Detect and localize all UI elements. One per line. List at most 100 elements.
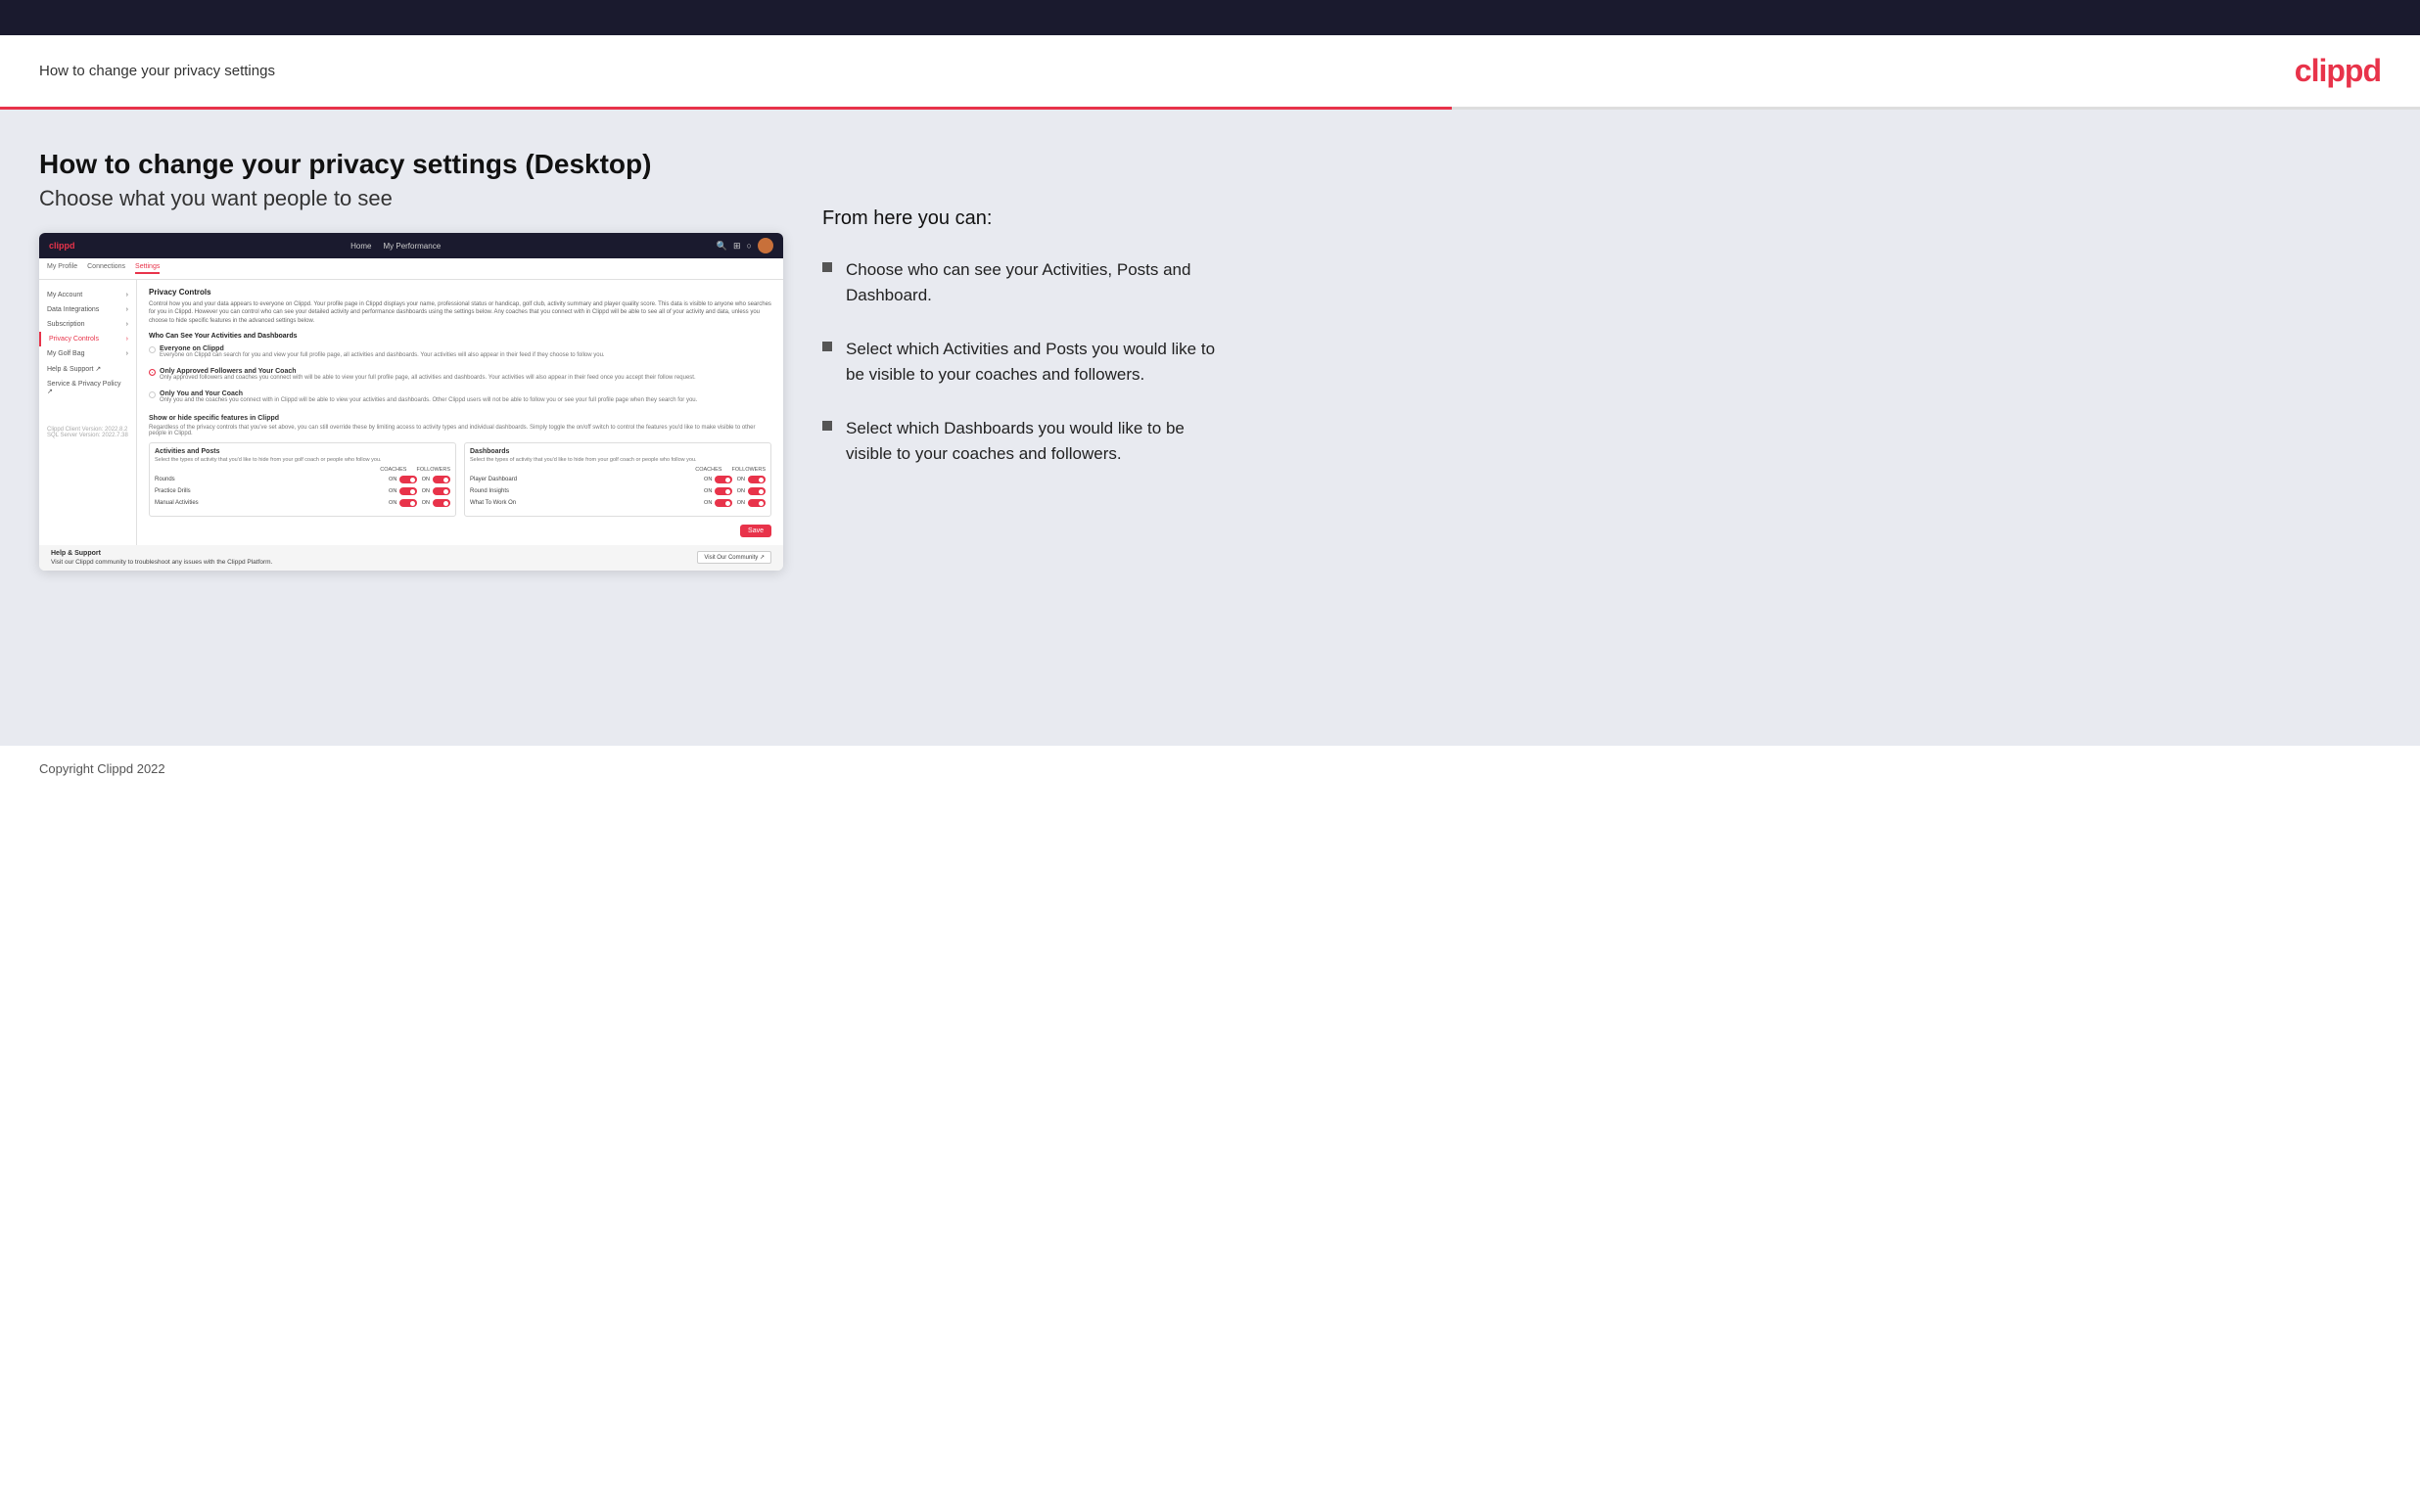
mini-tab-connections[interactable]: Connections xyxy=(87,263,125,274)
right-panel: From here you can: Choose who can see yo… xyxy=(822,149,1233,495)
grid-icon: ⊞ xyxy=(733,241,741,252)
pd-followers-toggle[interactable]: ON xyxy=(737,476,766,483)
header-title: How to change your privacy settings xyxy=(39,63,275,79)
mini-section-title: Privacy Controls xyxy=(149,288,771,297)
followers-col-label: FOLLOWERS xyxy=(416,467,450,473)
player-dashboard-label: Player Dashboard xyxy=(470,477,704,482)
bullet-item-2: Select which Activities and Posts you wo… xyxy=(822,337,1233,387)
sidebar-my-account[interactable]: My Account xyxy=(39,288,136,302)
toggles-row: Activities and Posts Select the types of… xyxy=(149,442,771,517)
round-insights-label: Round Insights xyxy=(470,488,704,494)
practice-coaches-toggle[interactable]: ON xyxy=(389,487,417,495)
page-subheading: Choose what you want people to see xyxy=(39,186,783,211)
sidebar-subscription[interactable]: Subscription xyxy=(39,317,136,332)
radio-everyone-btn[interactable] xyxy=(149,346,156,353)
mini-tab-settings[interactable]: Settings xyxy=(135,263,160,274)
radio-approved-desc: Only approved followers and coaches you … xyxy=(160,375,696,383)
bullet-text-2: Select which Activities and Posts you wo… xyxy=(846,337,1233,387)
pd-coaches-toggle[interactable]: ON xyxy=(704,476,732,483)
radio-everyone-label: Everyone on Clippd xyxy=(160,345,605,352)
ww-followers-toggle[interactable]: ON xyxy=(737,499,766,507)
mini-section-desc: Control how you and your data appears to… xyxy=(149,300,771,325)
right-heading: From here you can: xyxy=(822,207,1233,230)
mini-avatar xyxy=(758,238,773,253)
mini-app: clippd Home My Performance 🔍 ⊞ ○ xyxy=(39,233,783,571)
left-panel: How to change your privacy settings (Des… xyxy=(39,149,783,571)
activities-header: COACHES FOLLOWERS xyxy=(155,467,450,473)
mini-sub-nav: My Profile Connections Settings xyxy=(39,258,783,280)
mini-logo: clippd xyxy=(49,241,75,251)
logo: clippd xyxy=(2295,53,2381,89)
mini-body: My Account Data Integrations Subscriptio… xyxy=(39,280,783,545)
bullet-item-3: Select which Dashboards you would like t… xyxy=(822,416,1233,466)
bullet-square-3 xyxy=(822,421,832,431)
manual-followers-toggle[interactable]: ON xyxy=(422,499,450,507)
help-title: Help & Support xyxy=(51,550,272,557)
show-hide-section: Show or hide specific features in Clippd… xyxy=(149,415,771,537)
dashboards-box: Dashboards Select the types of activity … xyxy=(464,442,771,517)
activities-desc: Select the types of activity that you'd … xyxy=(155,457,450,463)
manual-coaches-toggle[interactable]: ON xyxy=(389,499,417,507)
radio-approved-label: Only Approved Followers and Your Coach xyxy=(160,368,696,375)
practice-followers-toggle[interactable]: ON xyxy=(422,487,450,495)
user-icon: ○ xyxy=(747,241,752,251)
radio-only-you-content: Only You and Your Coach Only you and the… xyxy=(160,390,697,405)
radio-approved-btn[interactable] xyxy=(149,369,156,376)
mini-nav-performance: My Performance xyxy=(383,242,441,251)
radio-everyone-desc: Everyone on Clippd can search for you an… xyxy=(160,352,605,360)
mini-nav-links: Home My Performance xyxy=(350,242,441,251)
sidebar-data-integrations[interactable]: Data Integrations xyxy=(39,302,136,317)
ri-followers-toggle[interactable]: ON xyxy=(737,487,766,495)
dashboards-desc: Select the types of activity that you'd … xyxy=(470,457,766,463)
bullet-text-3: Select which Dashboards you would like t… xyxy=(846,416,1233,466)
ri-coaches-toggle[interactable]: ON xyxy=(704,487,732,495)
bullet-list: Choose who can see your Activities, Post… xyxy=(822,257,1233,466)
rounds-label: Rounds xyxy=(155,477,389,482)
rounds-coaches-toggle[interactable]: ON xyxy=(389,476,417,483)
help-text-area: Help & Support Visit our Clippd communit… xyxy=(51,550,272,566)
coaches-col-label: COACHES xyxy=(380,467,406,473)
toggle-rounds: Rounds ON ON xyxy=(155,476,450,484)
show-hide-title: Show or hide specific features in Clippd xyxy=(149,415,771,422)
sidebar-version: Clippd Client Version: 2022.8.2SQL Serve… xyxy=(39,419,136,446)
toggle-manual: Manual Activities ON ON xyxy=(155,499,450,508)
dashboards-header: COACHES FOLLOWERS xyxy=(470,467,766,473)
what-to-work-label: What To Work On xyxy=(470,500,704,506)
practice-label: Practice Drills xyxy=(155,488,389,494)
mini-nav: clippd Home My Performance 🔍 ⊞ ○ xyxy=(39,233,783,258)
footer-text: Copyright Clippd 2022 xyxy=(39,761,165,776)
header: How to change your privacy settings clip… xyxy=(0,35,2420,107)
radio-only-you-btn[interactable] xyxy=(149,391,156,398)
radio-everyone[interactable]: Everyone on Clippd Everyone on Clippd ca… xyxy=(149,345,771,360)
activities-box: Activities and Posts Select the types of… xyxy=(149,442,456,517)
footer: Copyright Clippd 2022 xyxy=(0,746,2420,792)
screenshot-container: clippd Home My Performance 🔍 ⊞ ○ xyxy=(39,233,783,571)
radio-approved-content: Only Approved Followers and Your Coach O… xyxy=(160,368,696,383)
toggle-round-insights: Round Insights ON ON xyxy=(470,487,766,496)
sidebar-help-support[interactable]: Help & Support ↗ xyxy=(39,361,136,377)
radio-approved[interactable]: Only Approved Followers and Your Coach O… xyxy=(149,368,771,383)
mini-main-area: Privacy Controls Control how you and you… xyxy=(137,280,783,545)
bullet-item-1: Choose who can see your Activities, Post… xyxy=(822,257,1233,307)
radio-only-you-desc: Only you and the coaches you connect wit… xyxy=(160,397,697,405)
main-content: How to change your privacy settings (Des… xyxy=(0,110,2420,746)
rounds-followers-toggle[interactable]: ON xyxy=(422,476,450,483)
show-hide-desc: Regardless of the privacy controls that … xyxy=(149,425,771,436)
ww-coaches-toggle[interactable]: ON xyxy=(704,499,732,507)
d-coaches-col-label: COACHES xyxy=(695,467,721,473)
help-desc: Visit our Clippd community to troublesho… xyxy=(51,559,272,566)
page-heading: How to change your privacy settings (Des… xyxy=(39,149,783,180)
manual-label: Manual Activities xyxy=(155,500,389,506)
radio-only-you[interactable]: Only You and Your Coach Only you and the… xyxy=(149,390,771,405)
save-button[interactable]: Save xyxy=(740,525,771,537)
sidebar-service-privacy[interactable]: Service & Privacy Policy ↗ xyxy=(39,377,136,399)
mini-nav-right: 🔍 ⊞ ○ xyxy=(717,238,773,253)
mini-nav-home: Home xyxy=(350,242,371,251)
sidebar-golf-bag[interactable]: My Golf Bag xyxy=(39,346,136,361)
bullet-text-1: Choose who can see your Activities, Post… xyxy=(846,257,1233,307)
sidebar-privacy-controls[interactable]: Privacy Controls xyxy=(39,332,136,346)
visit-community-button[interactable]: Visit Our Community ↗ xyxy=(697,551,771,564)
mini-tab-profile[interactable]: My Profile xyxy=(47,263,77,274)
top-bar xyxy=(0,0,2420,35)
toggle-player-dashboard: Player Dashboard ON ON xyxy=(470,476,766,484)
